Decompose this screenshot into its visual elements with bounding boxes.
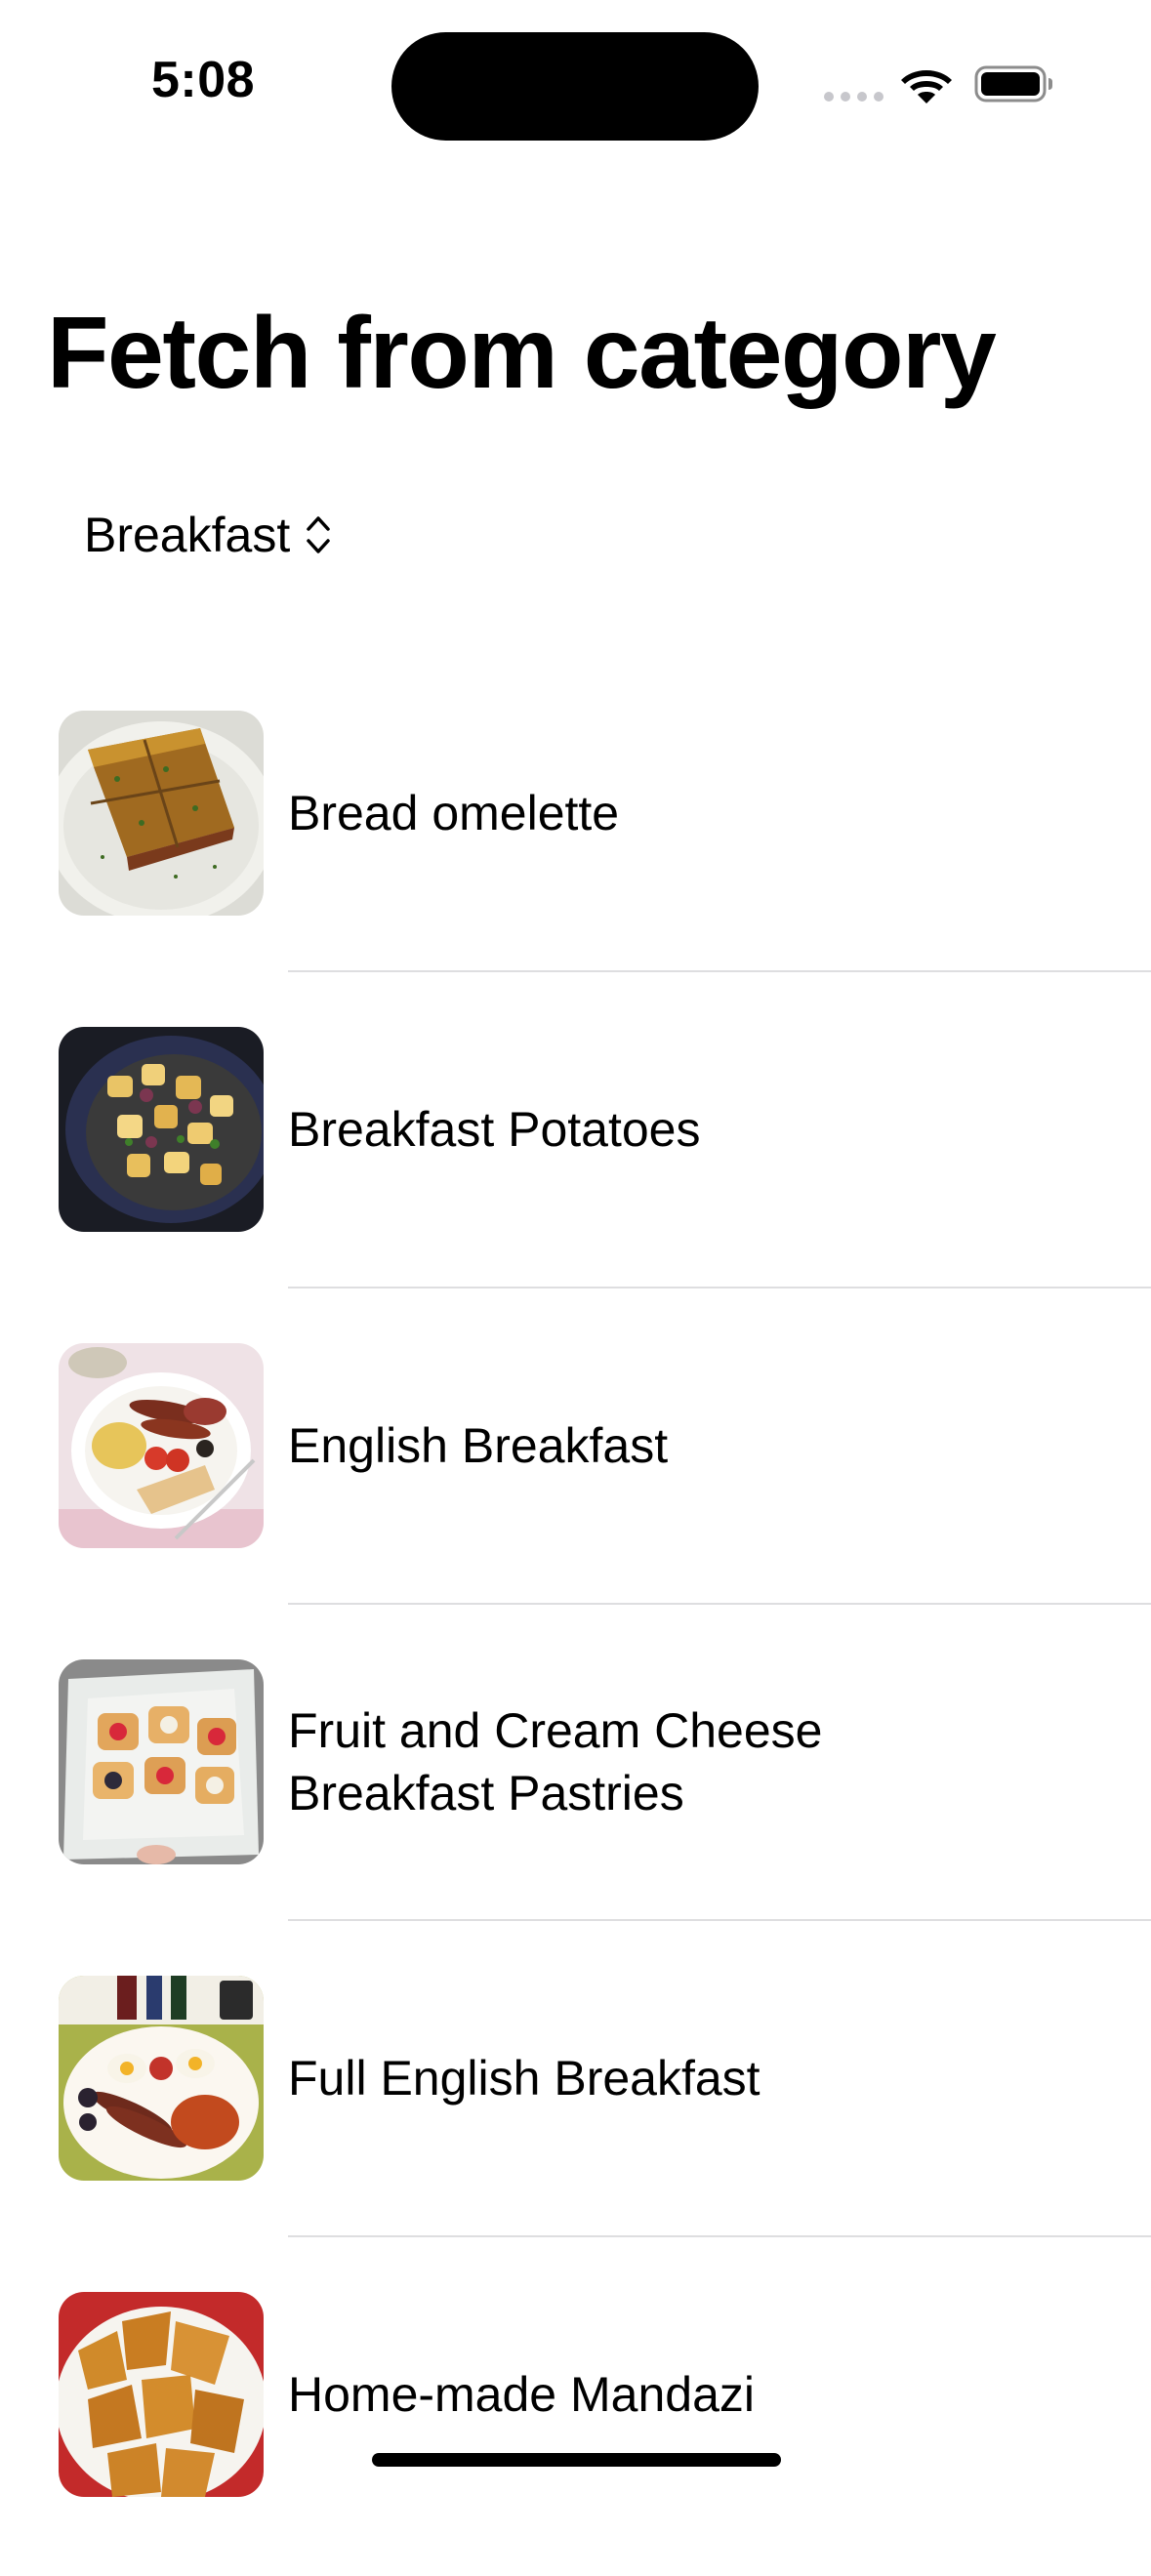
- home-made-mandazi-photo: [59, 2292, 264, 2497]
- english-breakfast-photo: [59, 1343, 264, 1548]
- status-time: 5:08: [151, 52, 256, 108]
- meal-name: Full English Breakfast: [288, 2051, 760, 2106]
- row-divider: [288, 2235, 1151, 2237]
- wifi-icon: [901, 70, 952, 103]
- meal-list: Bread omelette Breakfast Potatoes Englis…: [0, 678, 1151, 2576]
- page-title: Fetch from category: [47, 297, 997, 410]
- meal-row[interactable]: Home-made Mandazi: [0, 2260, 1151, 2576]
- battery-icon: [974, 65, 1052, 102]
- cellular-signal-icon: [824, 92, 884, 102]
- meal-name: Bread omelette: [288, 786, 620, 840]
- meal-name: Home-made Mandazi: [288, 2367, 755, 2422]
- meal-row[interactable]: Full English Breakfast: [0, 1943, 1151, 2260]
- meal-row[interactable]: Fruit and Cream Cheese Breakfast Pastrie…: [0, 1627, 1151, 1943]
- meal-row[interactable]: Breakfast Potatoes: [0, 995, 1151, 1311]
- home-indicator[interactable]: [372, 2453, 781, 2467]
- meal-name: Fruit and Cream Cheese Breakfast Pastrie…: [288, 1703, 823, 1820]
- row-divider: [288, 970, 1151, 972]
- status-bar: 5:08: [0, 0, 1151, 166]
- meal-row[interactable]: Bread omelette: [0, 678, 1151, 995]
- breakfast-potatoes-photo: [59, 1027, 264, 1232]
- meal-name: English Breakfast: [288, 1418, 669, 1473]
- row-divider: [288, 1287, 1151, 1288]
- meal-row[interactable]: English Breakfast: [0, 1311, 1151, 1627]
- picker-selected-label: Breakfast: [84, 508, 291, 562]
- bread-omelette-photo: [59, 711, 264, 916]
- category-picker[interactable]: Breakfast: [84, 500, 333, 570]
- row-divider: [288, 1603, 1151, 1605]
- full-english-breakfast-photo: [59, 1976, 264, 2181]
- meal-name: Breakfast Potatoes: [288, 1102, 701, 1157]
- fruit-cream-cheese-pastries-photo: [59, 1659, 264, 1864]
- dynamic-island: [391, 32, 759, 141]
- row-divider: [288, 1919, 1151, 1921]
- chevron-up-down-icon: [307, 516, 330, 553]
